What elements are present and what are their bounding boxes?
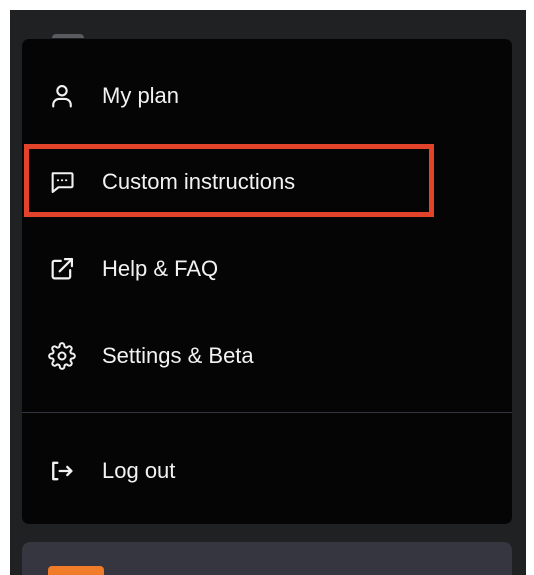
menu-item-log-out[interactable]: Log out	[22, 440, 512, 502]
user-menu: My plan Custom instructions Help & FAQ S…	[22, 39, 512, 524]
menu-item-label: Log out	[102, 458, 176, 483]
external-link-icon	[48, 255, 76, 283]
avatar	[48, 566, 104, 575]
gear-icon	[48, 342, 76, 370]
account-button[interactable]	[22, 542, 512, 575]
menu-item-custom-instructions[interactable]: Custom instructions	[22, 151, 512, 213]
message-square-icon	[48, 168, 76, 196]
logout-icon	[48, 457, 76, 485]
user-icon	[48, 82, 76, 110]
menu-item-help-faq[interactable]: Help & FAQ	[22, 238, 512, 300]
menu-item-label: Custom instructions	[102, 169, 296, 194]
menu-divider	[22, 412, 512, 413]
menu-item-settings-beta[interactable]: Settings & Beta	[22, 325, 512, 387]
menu-item-my-plan[interactable]: My plan	[22, 65, 512, 127]
menu-item-label: My plan	[102, 83, 180, 108]
menu-item-label: Help & FAQ	[102, 256, 219, 281]
menu-item-label: Settings & Beta	[102, 343, 254, 368]
